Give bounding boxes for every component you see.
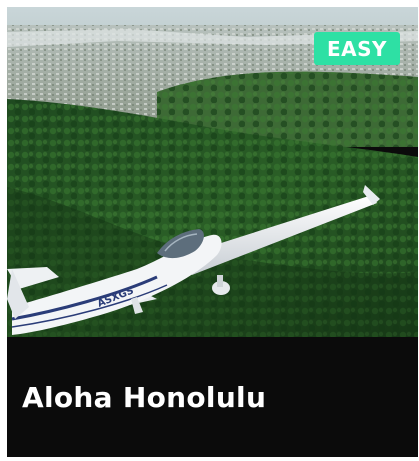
activity-card[interactable]: ASXGS EASY Aloha Honolulu xyxy=(7,7,418,457)
difficulty-badge: EASY xyxy=(314,32,400,65)
card-caption: Aloha Honolulu xyxy=(7,337,418,457)
activity-title: Aloha Honolulu xyxy=(22,381,267,414)
